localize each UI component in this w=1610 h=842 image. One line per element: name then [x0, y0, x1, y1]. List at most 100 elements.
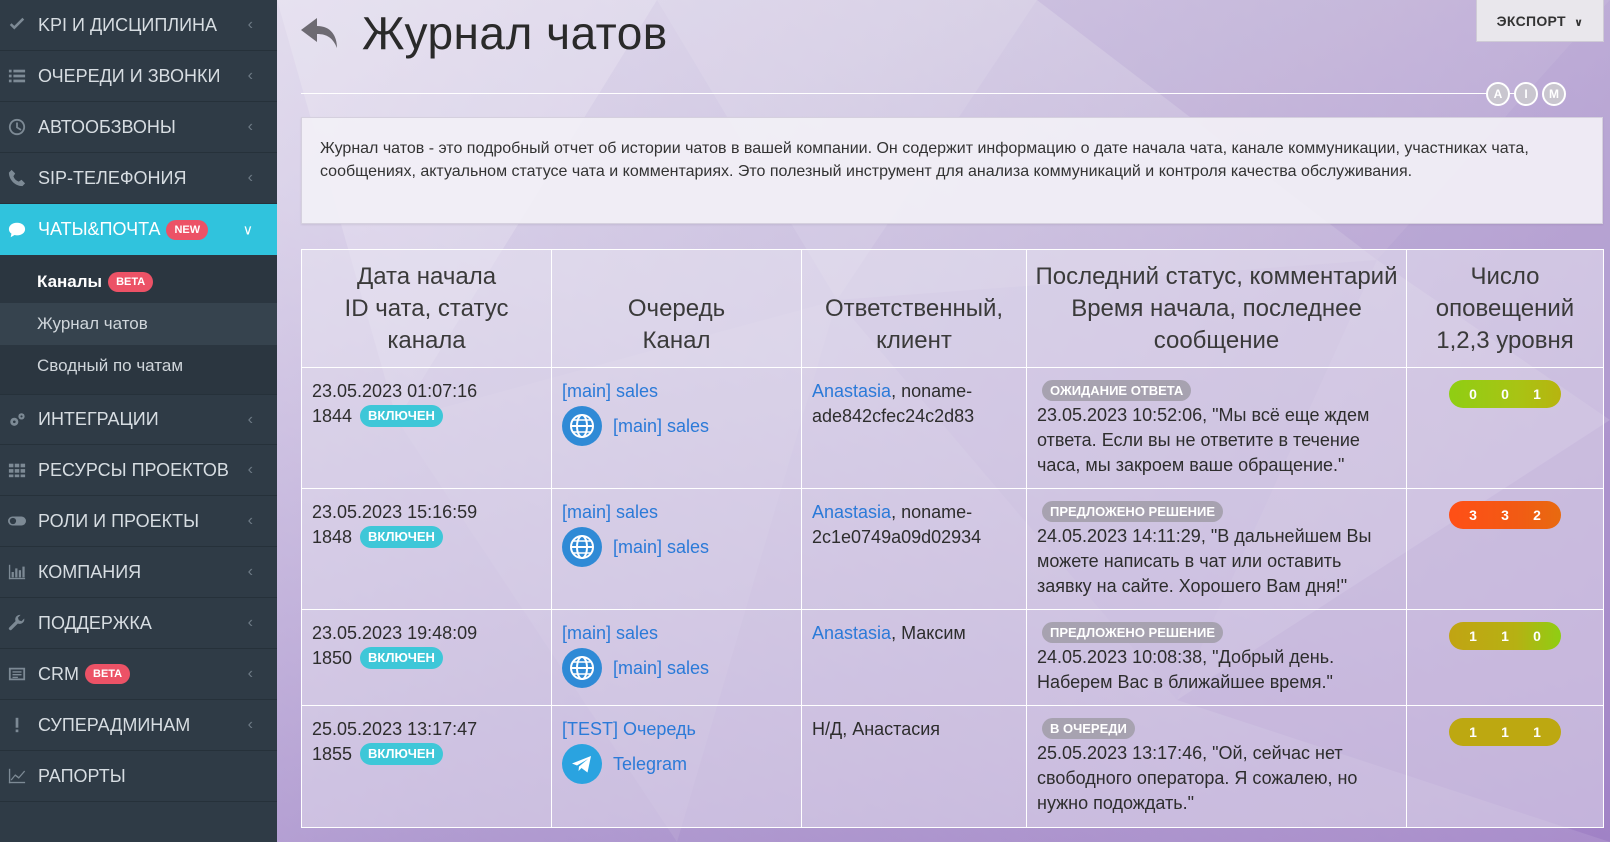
- chat-date: 23.05.2023 19:48:09: [312, 623, 478, 643]
- channel-link[interactable]: Telegram: [613, 752, 687, 777]
- clock-icon: [6, 116, 28, 138]
- sidebar-item-crm[interactable]: CRM BETA ‹: [0, 649, 277, 700]
- cell-date: 23.05.2023 15:16:59 1848 ВКЛЮЧЕН: [301, 488, 552, 610]
- chevron-down-icon: ∨: [242, 221, 253, 237]
- gears-icon: [6, 409, 28, 431]
- sidebar: KPI И ДИСЦИПЛИНА ‹ ОЧЕРЕДИ И ЗВОНКИ ‹ АВ…: [0, 0, 277, 842]
- queue-link[interactable]: [main] sales: [562, 621, 791, 646]
- sidebar-item-label: ИНТЕГРАЦИИ: [38, 409, 159, 429]
- globe-icon: [562, 648, 602, 688]
- header-line: сообщение: [1153, 327, 1280, 354]
- column-header-responsible[interactable]: Ответственный, клиент: [801, 249, 1027, 368]
- header-line: Ответственный,: [824, 295, 1004, 322]
- channel-link[interactable]: [main] sales: [613, 535, 709, 560]
- alert-level-2: 1: [1501, 723, 1509, 740]
- submenu-item-chat-log[interactable]: Журнал чатов: [0, 303, 277, 345]
- column-header-status[interactable]: Последний статус, комментарий Время нача…: [1026, 249, 1407, 368]
- list-icon: [6, 65, 28, 87]
- sidebar-item-queues[interactable]: ОЧЕРЕДИ И ЗВОНКИ ‹: [0, 51, 277, 102]
- page-header: Журнал чатов ЭКСПОРТ ∨: [277, 0, 1610, 92]
- header-line: Очередь: [627, 295, 726, 322]
- sidebar-item-kpi[interactable]: KPI И ДИСЦИПЛИНА ‹: [0, 0, 277, 51]
- page-title: Журнал чатов: [362, 7, 668, 59]
- aim-button-i[interactable]: I: [1514, 82, 1538, 106]
- column-header-date[interactable]: Дата начала ID чата, статус канала: [301, 249, 552, 368]
- grid-icon: [6, 459, 28, 481]
- chevron-left-icon: ‹: [247, 512, 253, 529]
- chevron-left-icon: ‹: [247, 563, 253, 580]
- sidebar-item-integrations[interactable]: ИНТЕГРАЦИИ ‹: [0, 394, 277, 445]
- header-divider: [301, 93, 1524, 94]
- sidebar-item-reports[interactable]: РАПОРТЫ: [0, 751, 277, 802]
- channel-link[interactable]: [main] sales: [613, 656, 709, 681]
- alert-level-3: 1: [1533, 385, 1541, 402]
- new-badge: NEW: [166, 219, 209, 240]
- status-badge: ПРЕДЛОЖЕНО РЕШЕНИЕ: [1042, 622, 1224, 643]
- wrench-icon: [6, 612, 28, 634]
- toggle-icon: [6, 510, 28, 532]
- sidebar-item-label: ЧАТЫ&ПОЧТА: [38, 219, 161, 239]
- header-line: Время начала, последнее: [1071, 295, 1362, 322]
- status-badge: ПРЕДЛОЖЕНО РЕШЕНИЕ: [1042, 501, 1224, 522]
- chats-submenu: Каналы BETA Журнал чатов Сводный по чата…: [0, 255, 277, 394]
- last-comment: 25.05.2023 13:17:46, "Ой, сейчас нет сво…: [1037, 743, 1358, 813]
- page-description: Журнал чатов - это подробный отчет об ис…: [301, 117, 1603, 224]
- sidebar-item-project-resources[interactable]: РЕСУРСЫ ПРОЕКТОВ ‹: [0, 445, 277, 496]
- sidebar-item-sip[interactable]: SIP-ТЕЛЕФОНИЯ ‹: [0, 153, 277, 204]
- responsible-link[interactable]: Anastasia: [812, 623, 891, 643]
- aim-button-a[interactable]: A: [1486, 82, 1510, 106]
- responsible-link[interactable]: Anastasia: [812, 502, 891, 522]
- chat-id: 1855: [312, 744, 353, 764]
- chevron-left-icon: ‹: [247, 716, 253, 733]
- queue-link[interactable]: [main] sales: [562, 379, 791, 404]
- alert-level-3: 1: [1533, 723, 1541, 740]
- cell-queue: [main] sales [main] sales: [551, 367, 802, 489]
- submenu-item-channels[interactable]: Каналы BETA: [0, 261, 277, 303]
- chat-icon: [6, 219, 28, 241]
- submenu-item-chat-summary[interactable]: Сводный по чатам: [0, 345, 277, 387]
- header-line: Дата начала: [356, 263, 497, 290]
- status-badge: В ОЧЕРЕДИ: [1042, 718, 1135, 739]
- cell-responsible: Anastasia, noname-2c1e0749a09d02934: [801, 488, 1027, 610]
- sidebar-item-roles-projects[interactable]: РОЛИ И ПРОЕКТЫ ‹: [0, 496, 277, 547]
- header-line: оповещений: [1435, 295, 1575, 322]
- cell-responsible: Н/Д, Анастасия: [801, 705, 1027, 828]
- channel-status-badge: ВКЛЮЧЕН: [360, 405, 443, 427]
- queue-link[interactable]: [main] sales: [562, 500, 791, 525]
- chat-date: 23.05.2023 15:16:59: [312, 502, 478, 522]
- chevron-left-icon: ‹: [247, 461, 253, 478]
- channel-link[interactable]: [main] sales: [613, 414, 709, 439]
- back-arrow-icon[interactable]: [299, 14, 343, 54]
- chevron-left-icon: ‹: [247, 169, 253, 186]
- sidebar-item-chats-mail[interactable]: ЧАТЫ&ПОЧТА NEW ∨: [0, 204, 277, 255]
- table-header-row: Дата начала ID чата, статус канала Очере…: [301, 249, 1604, 368]
- exclamation-icon: [6, 714, 28, 736]
- globe-icon: [562, 406, 602, 446]
- sidebar-item-autodial[interactable]: АВТООБЗВОНЫ ‹: [0, 102, 277, 153]
- cell-date: 25.05.2023 13:17:47 1855 ВКЛЮЧЕН: [301, 705, 552, 828]
- table-row: 23.05.2023 19:48:09 1850 ВКЛЮЧЕН [main] s…: [301, 609, 1604, 706]
- sidebar-item-superadmins[interactable]: СУПЕРАДМИНАМ ‹: [0, 700, 277, 751]
- sidebar-item-label: ОЧЕРЕДИ И ЗВОНКИ: [38, 65, 221, 86]
- responsible-link[interactable]: Anastasia: [812, 381, 891, 401]
- sidebar-item-company[interactable]: КОМПАНИЯ ‹: [0, 547, 277, 598]
- sidebar-item-support[interactable]: ПОДДЕРЖКА ‹: [0, 598, 277, 649]
- column-header-alerts[interactable]: Число оповещений 1,2,3 уровня: [1406, 249, 1604, 368]
- export-button[interactable]: ЭКСПОРТ ∨: [1476, 0, 1604, 42]
- column-header-queue[interactable]: Очередь Канал: [551, 249, 802, 368]
- alert-level-1: 3: [1469, 506, 1477, 523]
- aim-button-m[interactable]: M: [1542, 82, 1566, 106]
- last-comment: 23.05.2023 10:52:06, "Мы всё еще ждем от…: [1037, 405, 1370, 475]
- export-label: ЭКСПОРТ: [1496, 13, 1566, 29]
- submenu-item-label: Сводный по чатам: [37, 356, 184, 375]
- chevron-left-icon: ‹: [247, 67, 253, 84]
- channel-status-badge: ВКЛЮЧЕН: [360, 743, 443, 765]
- sidebar-item-label: SIP-ТЕЛЕФОНИЯ: [38, 167, 187, 188]
- submenu-item-label: Журнал чатов: [37, 314, 148, 333]
- chat-id: 1848: [312, 527, 353, 547]
- queue-link[interactable]: [TEST] Очередь: [562, 717, 791, 742]
- status-badge: ОЖИДАНИЕ ОТВЕТА: [1042, 380, 1192, 401]
- chevron-left-icon: ‹: [247, 118, 253, 135]
- table-row: 23.05.2023 01:07:16 1844 ВКЛЮЧЕН [main] s…: [301, 367, 1604, 489]
- sidebar-item-label: ПОДДЕРЖКА: [38, 612, 152, 633]
